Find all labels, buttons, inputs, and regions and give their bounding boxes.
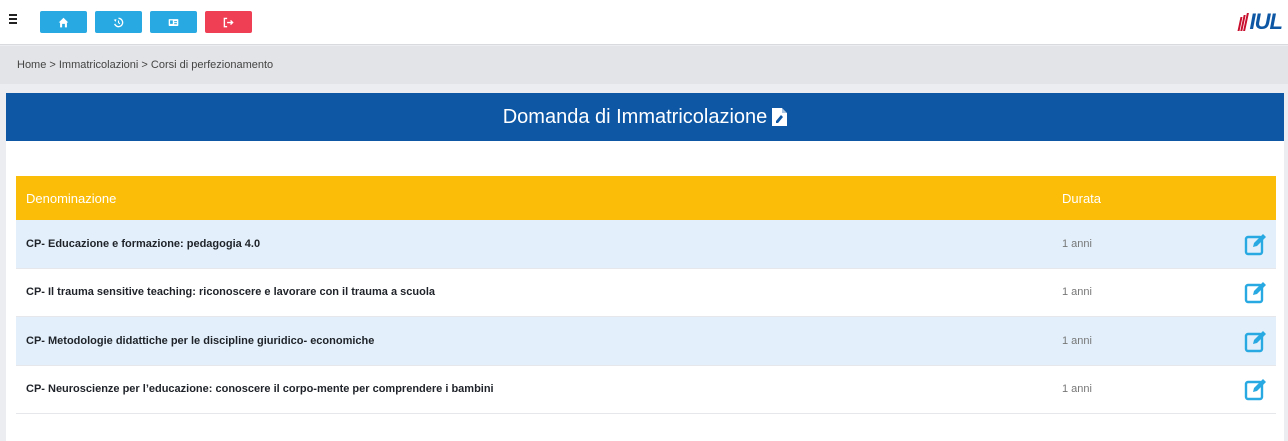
edit-icon[interactable] — [1244, 377, 1268, 401]
course-name: CP- Educazione e formazione: pedagogia 4… — [26, 237, 261, 250]
logout-icon — [223, 17, 234, 27]
file-signature-icon — [772, 108, 788, 126]
course-duration: 1 anni — [1062, 237, 1092, 250]
table-row[interactable]: CP- Metodologie didattiche per le discip… — [16, 317, 1276, 366]
card-header: Domanda di Immatricolazione — [6, 93, 1284, 141]
edit-icon[interactable] — [1244, 232, 1268, 256]
logo-mark-icon — [1237, 13, 1249, 31]
iul-logo[interactable]: IUL — [1237, 9, 1283, 34]
course-duration: 1 anni — [1062, 334, 1092, 347]
logo-text: IUL — [1249, 9, 1283, 34]
table-row[interactable]: CP- Educazione e formazione: pedagogia 4… — [16, 220, 1276, 269]
course-name: CP- Metodologie didattiche per le discip… — [26, 334, 375, 347]
course-name: CP- Neuroscienze per l’educazione: conos… — [26, 383, 494, 396]
history-button[interactable] — [95, 11, 142, 33]
logout-button[interactable] — [205, 11, 252, 33]
breadcrumb: Home > Immatricolazioni > Corsi di perfe… — [0, 46, 1288, 84]
page-title: Domanda di Immatricolazione — [502, 105, 768, 128]
courses-table: Denominazione Durata CP- Educazione e fo… — [16, 176, 1276, 414]
hamburger-icon[interactable] — [9, 14, 21, 26]
breadcrumb-text: Home > Immatricolazioni > Corsi di perfe… — [17, 59, 274, 71]
id-card-icon — [168, 18, 179, 26]
id-card-button[interactable] — [150, 11, 197, 33]
edit-icon[interactable] — [1244, 280, 1268, 304]
header-denominazione: Denominazione — [26, 190, 117, 206]
home-icon — [58, 17, 69, 27]
table-row[interactable]: CP- Il trauma sensitive teaching: ricono… — [16, 268, 1276, 317]
course-duration: 1 anni — [1062, 383, 1092, 396]
course-name: CP- Il trauma sensitive teaching: ricono… — [26, 286, 435, 299]
table-row[interactable]: CP- Neuroscienze per l’educazione: conos… — [16, 365, 1276, 414]
header-durata: Durata — [1062, 190, 1102, 206]
course-duration: 1 anni — [1062, 286, 1092, 299]
top-bar: IUL — [0, 0, 1288, 45]
edit-icon[interactable] — [1244, 329, 1268, 353]
enrollment-card: Domanda di Immatricolazione Denominazion… — [6, 93, 1284, 441]
home-button[interactable] — [40, 11, 87, 33]
history-icon — [113, 17, 124, 27]
table-header: Denominazione Durata — [16, 176, 1276, 220]
